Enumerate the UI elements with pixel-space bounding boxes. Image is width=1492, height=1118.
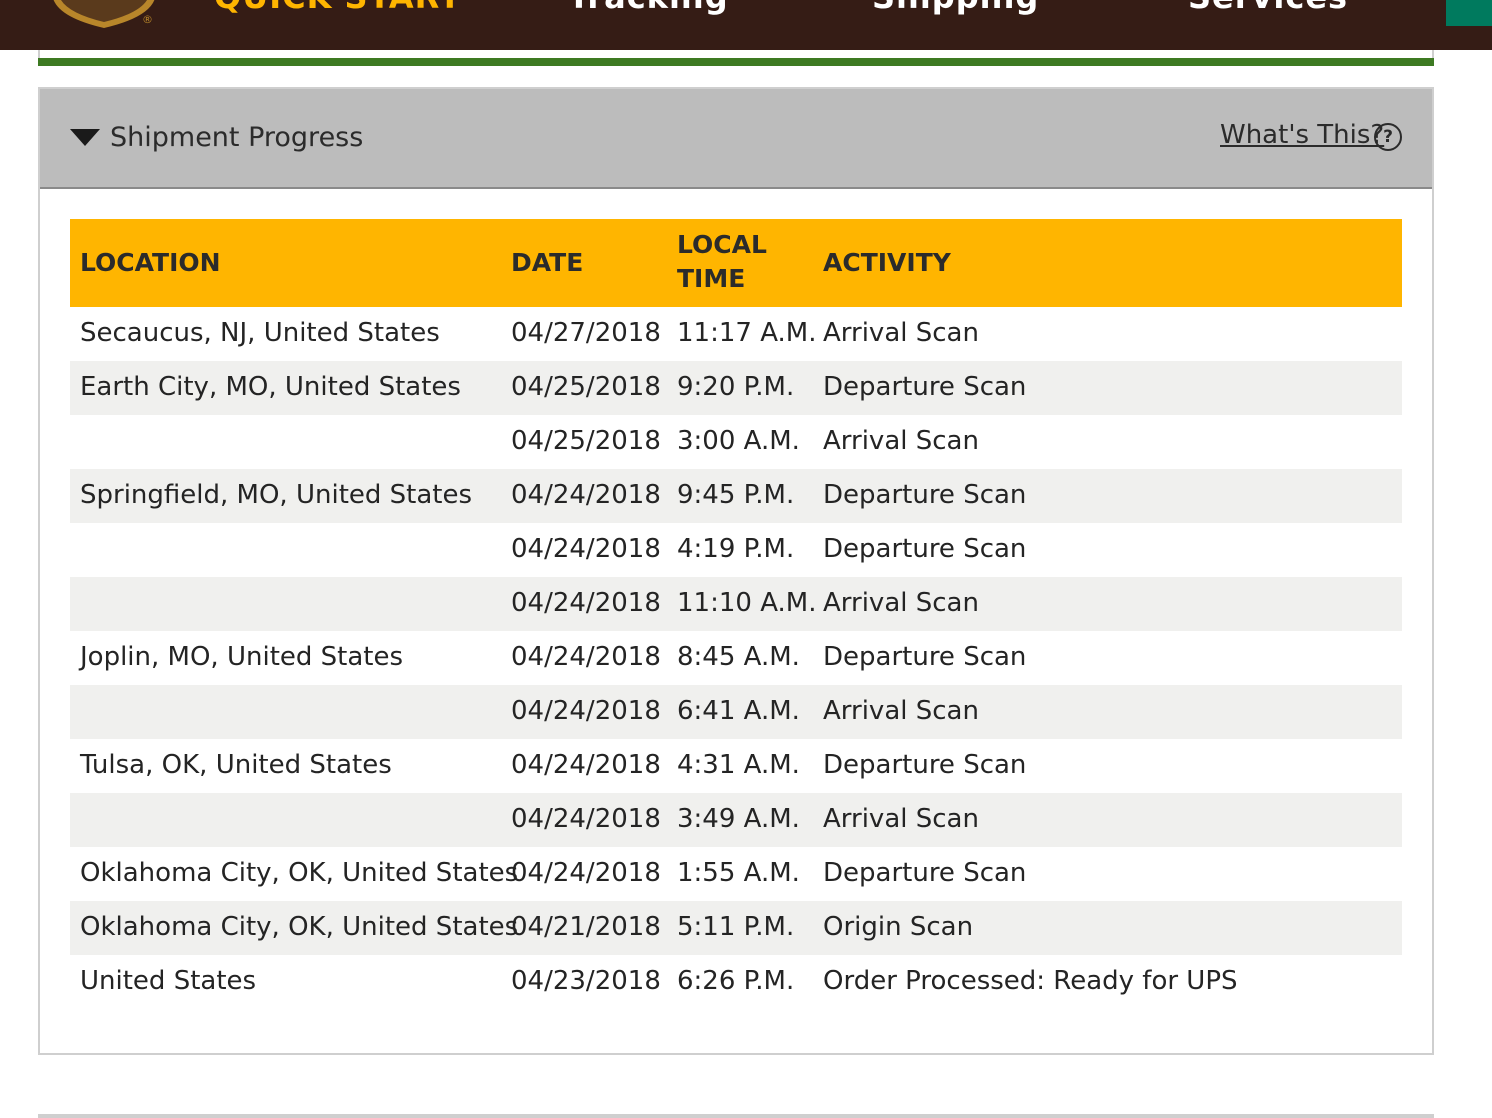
top-navigation-bar: ® QUICK START Tracking Shipping Services bbox=[0, 0, 1492, 50]
cell-location: Tulsa, OK, United States bbox=[80, 750, 392, 780]
cell-time: 6:41 A.M. bbox=[677, 696, 800, 726]
header-date: DATE bbox=[511, 248, 584, 277]
cell-location: Oklahoma City, OK, United States bbox=[80, 858, 519, 888]
cell-activity: Arrival Scan bbox=[823, 696, 979, 726]
table-row: Tulsa, OK, United States 04/24/2018 4:31 A… bbox=[70, 739, 1402, 793]
cell-date: 04/24/2018 bbox=[511, 750, 661, 780]
panel-header[interactable]: Shipment Progress What's This? ? bbox=[40, 89, 1432, 189]
cell-activity: Arrival Scan bbox=[823, 426, 979, 456]
cell-time: 9:45 P.M. bbox=[677, 480, 795, 510]
cell-time: 1:55 A.M. bbox=[677, 858, 800, 888]
cell-time: 9:20 P.M. bbox=[677, 372, 795, 402]
table-row: 04/24/2018 4:19 P.M. Departure Scan bbox=[70, 523, 1402, 577]
cell-time: 6:26 P.M. bbox=[677, 966, 795, 996]
table-row: United States 04/23/2018 6:26 P.M. Order Pr… bbox=[70, 955, 1402, 1009]
cell-time: 3:00 A.M. bbox=[677, 426, 800, 456]
cell-location: United States bbox=[80, 966, 257, 996]
header-activity: ACTIVITY bbox=[823, 248, 951, 277]
cell-time: 5:11 P.M. bbox=[677, 912, 795, 942]
cell-activity: Arrival Scan bbox=[823, 588, 979, 618]
registered-mark: ® bbox=[142, 13, 153, 26]
table-header: LOCATION DATE LOCAL TIME ACTIVITY bbox=[70, 219, 1402, 307]
cell-location: Springfield, MO, United States bbox=[80, 480, 473, 510]
cell-time: 11:10 A.M. bbox=[677, 588, 817, 618]
help-circle-icon[interactable]: ? bbox=[1374, 123, 1402, 151]
side-tab[interactable] bbox=[1446, 0, 1492, 26]
cell-date: 04/23/2018 bbox=[511, 966, 661, 996]
cell-activity: Order Processed: Ready for UPS bbox=[823, 966, 1238, 996]
nav-quick-start[interactable]: QUICK START bbox=[214, 0, 462, 16]
cell-activity: Arrival Scan bbox=[823, 804, 979, 834]
cell-date: 04/24/2018 bbox=[511, 480, 661, 510]
whats-this-link[interactable]: What's This? bbox=[1220, 120, 1384, 150]
header-location: LOCATION bbox=[80, 248, 221, 277]
header-local-time: LOCAL TIME bbox=[677, 230, 767, 293]
table-body: Secaucus, NJ, United States 04/27/2018 11:… bbox=[70, 307, 1402, 1009]
green-divider bbox=[38, 58, 1434, 66]
cell-location: Earth City, MO, United States bbox=[80, 372, 461, 402]
cell-activity: Departure Scan bbox=[823, 750, 1027, 780]
cell-time: 8:45 A.M. bbox=[677, 642, 800, 672]
cell-date: 04/24/2018 bbox=[511, 804, 661, 834]
cell-time: 4:31 A.M. bbox=[677, 750, 800, 780]
cell-activity: Arrival Scan bbox=[823, 318, 979, 348]
table-row: 04/24/2018 3:49 A.M. Arrival Scan bbox=[70, 793, 1402, 847]
cell-time: 3:49 A.M. bbox=[677, 804, 800, 834]
table-row: 04/25/2018 3:00 A.M. Arrival Scan bbox=[70, 415, 1402, 469]
cell-activity: Departure Scan bbox=[823, 534, 1027, 564]
table-row: Joplin, MO, United States 04/24/2018 8:45 … bbox=[70, 631, 1402, 685]
cell-date: 04/25/2018 bbox=[511, 426, 661, 456]
caret-down-icon[interactable] bbox=[70, 129, 100, 146]
cell-time: 4:19 P.M. bbox=[677, 534, 795, 564]
nav-services[interactable]: Services bbox=[1188, 0, 1348, 16]
cell-location: Joplin, MO, United States bbox=[80, 642, 404, 672]
cell-date: 04/24/2018 bbox=[511, 696, 661, 726]
cell-location: Oklahoma City, OK, United States bbox=[80, 912, 519, 942]
cell-date: 04/21/2018 bbox=[511, 912, 661, 942]
table-row: Springfield, MO, United States 04/24/2018… bbox=[70, 469, 1402, 523]
cell-date: 04/24/2018 bbox=[511, 534, 661, 564]
cell-date: 04/25/2018 bbox=[511, 372, 661, 402]
cell-date: 04/24/2018 bbox=[511, 858, 661, 888]
table-row: 04/24/2018 11:10 A.M. Arrival Scan bbox=[70, 577, 1402, 631]
cell-activity: Departure Scan bbox=[823, 372, 1027, 402]
nav-tracking[interactable]: Tracking bbox=[568, 0, 729, 16]
cell-date: 04/27/2018 bbox=[511, 318, 661, 348]
cell-location: Secaucus, NJ, United States bbox=[80, 318, 440, 348]
table-row: 04/24/2018 6:41 A.M. Arrival Scan bbox=[70, 685, 1402, 739]
cell-activity: Departure Scan bbox=[823, 642, 1027, 672]
bottom-divider bbox=[38, 1114, 1434, 1118]
frame-edge bbox=[38, 50, 1434, 58]
table-row: Secaucus, NJ, United States 04/27/2018 11:… bbox=[70, 307, 1402, 361]
cell-time: 11:17 A.M. bbox=[677, 318, 817, 348]
cell-activity: Origin Scan bbox=[823, 912, 974, 942]
cell-date: 04/24/2018 bbox=[511, 588, 661, 618]
cell-activity: Departure Scan bbox=[823, 480, 1027, 510]
panel-title[interactable]: Shipment Progress bbox=[110, 122, 363, 153]
cell-activity: Departure Scan bbox=[823, 858, 1027, 888]
table-row: Earth City, MO, United States 04/25/2018 9… bbox=[70, 361, 1402, 415]
nav-shipping[interactable]: Shipping bbox=[872, 0, 1039, 16]
shipment-progress-panel: Shipment Progress What's This? ? LOCATIO… bbox=[38, 87, 1434, 1055]
table-row: Oklahoma City, OK, United States 04/21/20… bbox=[70, 901, 1402, 955]
cell-date: 04/24/2018 bbox=[511, 642, 661, 672]
table-row: Oklahoma City, OK, United States 04/24/20… bbox=[70, 847, 1402, 901]
shipment-progress-table: LOCATION DATE LOCAL TIME ACTIVITY Secauc… bbox=[70, 219, 1402, 1009]
